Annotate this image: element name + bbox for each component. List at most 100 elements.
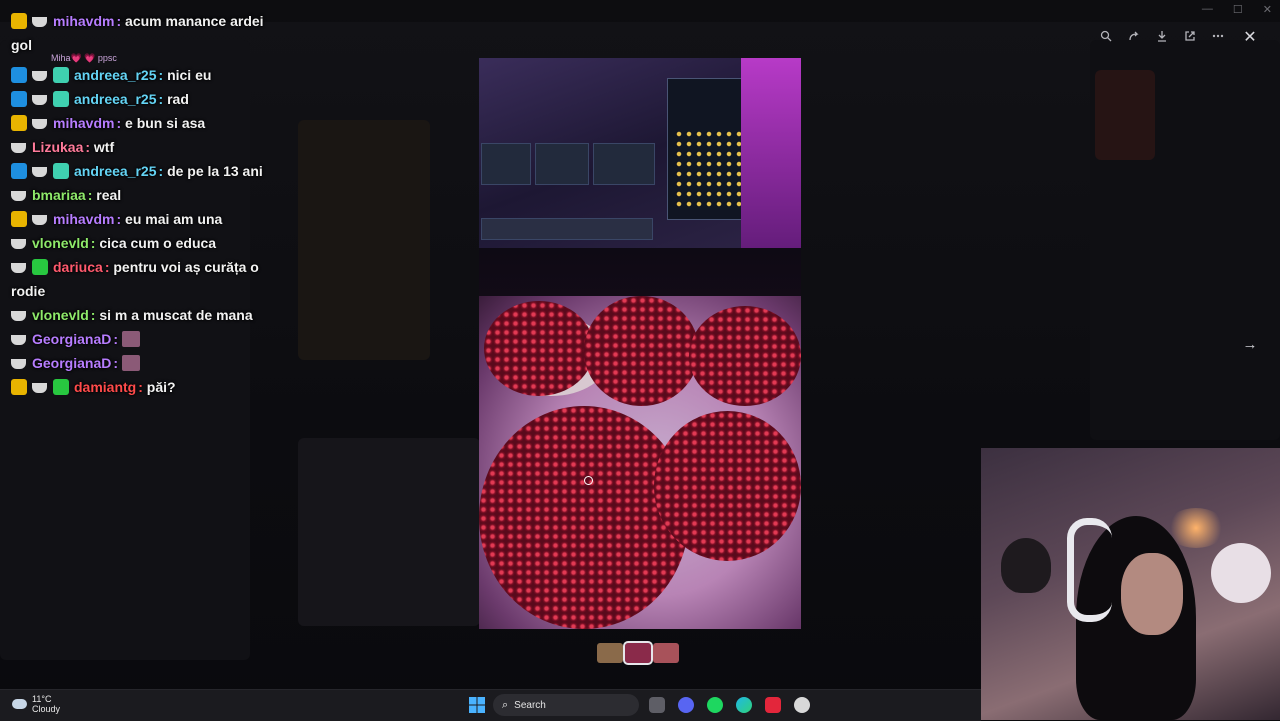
sub-badge-icon: [53, 91, 69, 107]
window-close-button[interactable]: ✕: [1263, 3, 1272, 16]
chat-username[interactable]: GeorgianaD: [32, 331, 111, 347]
chat-username[interactable]: Lizukaa: [32, 139, 83, 155]
photo-screen-tile: [481, 218, 653, 240]
cup-badge-icon: [32, 163, 48, 179]
moderator-badge-icon: [11, 67, 27, 83]
chat-text: păi?: [146, 379, 176, 395]
chat-username[interactable]: vlonevld: [32, 235, 89, 251]
chat-message: GeorgianaD:: [11, 327, 281, 351]
viewer-image[interactable]: [479, 58, 801, 629]
thumbnail-2[interactable]: [623, 641, 653, 665]
cup-badge-icon: [32, 13, 48, 29]
chat-colon: :: [113, 331, 122, 347]
background-image-tile: [1095, 70, 1155, 160]
download-icon[interactable]: [1154, 28, 1170, 44]
chrome-icon[interactable]: [794, 697, 810, 713]
photo-purple-glow: [741, 58, 801, 268]
app-red-icon[interactable]: [765, 697, 781, 713]
chat-colon: :: [158, 91, 168, 107]
open-external-icon[interactable]: [1182, 28, 1198, 44]
cup-badge-icon: [11, 331, 27, 347]
discord-icon[interactable]: [678, 697, 694, 713]
chat-text: si m a muscat de mana: [99, 307, 253, 323]
chat-text: e bun si asa: [125, 115, 206, 131]
chat-username[interactable]: andreea_r25: [74, 67, 157, 83]
moderator-badge-icon: [11, 91, 27, 107]
cup-badge-icon: [11, 259, 27, 275]
forward-icon[interactable]: [1126, 28, 1142, 44]
chat-emote-icon: [121, 355, 140, 371]
thumbnail-3[interactable]: [653, 643, 679, 663]
crown-badge-icon: [11, 115, 27, 131]
chat-colon: :: [158, 163, 168, 179]
chat-colon: :: [116, 13, 126, 29]
chat-colon: :: [116, 211, 126, 227]
chat-username[interactable]: vlonevld: [32, 307, 89, 323]
chat-colon: :: [116, 115, 126, 131]
next-image-button[interactable]: →: [1238, 332, 1262, 356]
taskbar-search[interactable]: ⌕ Search: [493, 694, 639, 716]
cup-badge-icon: [11, 355, 27, 371]
chat-username[interactable]: andreea_r25: [74, 91, 157, 107]
chat-text: acum manance ardei gol: [11, 13, 264, 53]
file-explorer-icon[interactable]: [649, 697, 665, 713]
weather-desc: Cloudy: [32, 704, 61, 714]
chat-colon: :: [158, 67, 168, 83]
stream-chat: mihavdm: acum manance ardei gol Miha💗 💗 p…: [11, 9, 281, 399]
sub-badge-icon: [53, 379, 69, 395]
chat-text: nici eu: [167, 67, 212, 83]
chat-text: eu mai am una: [125, 211, 223, 227]
chat-text: pentru voi aș curăța o rodie: [11, 259, 259, 299]
cup-badge-icon: [11, 307, 27, 323]
image-thumbnails: [597, 641, 679, 665]
photo-screen-tile: [593, 143, 655, 185]
photo-pomegranate: [484, 301, 594, 396]
chat-colon: :: [85, 139, 94, 155]
cup-badge-icon: [11, 187, 27, 203]
chat-emote-icon: [121, 331, 140, 347]
chat-colon: :: [87, 187, 97, 203]
zoom-icon[interactable]: [1098, 28, 1114, 44]
crown-badge-icon: [11, 379, 27, 395]
chat-message: mihavdm: eu mai am una: [11, 207, 281, 231]
edge-icon[interactable]: [736, 697, 752, 713]
background-image-tile: [298, 120, 430, 360]
chat-username[interactable]: dariuca: [53, 259, 103, 275]
chat-username[interactable]: andreea_r25: [74, 163, 157, 179]
chat-message: mihavdm: acum manance ardei gol: [11, 9, 281, 57]
photo-pomegranate: [479, 406, 689, 629]
chat-username[interactable]: bmariaa: [32, 187, 86, 203]
chat-username[interactable]: mihavdm: [53, 115, 114, 131]
moderator-badge-icon: [11, 163, 27, 179]
windows-start-icon[interactable]: [469, 697, 485, 713]
more-icon[interactable]: [1210, 28, 1226, 44]
close-viewer-button[interactable]: ✕: [1238, 25, 1262, 49]
search-icon: ⌕: [502, 698, 509, 711]
webcam-overlay: [981, 448, 1280, 720]
spotify-icon[interactable]: [707, 697, 723, 713]
cursor-indicator: [584, 476, 593, 485]
photo-pomegranate: [584, 296, 699, 406]
chat-message: damiantg: păi?: [11, 375, 281, 399]
cup-badge-icon: [32, 67, 48, 83]
chat-colon: :: [138, 379, 147, 395]
chat-text: cica cum o educa: [99, 235, 217, 251]
chat-text: real: [96, 187, 122, 203]
chat-message: andreea_r25: de pe la 13 ani: [11, 159, 281, 183]
sub-badge-icon: [32, 259, 48, 275]
chat-text: wtf: [93, 139, 115, 155]
chat-text: de pe la 13 ani: [167, 163, 263, 179]
chat-username[interactable]: damiantg: [74, 379, 136, 395]
thumbnail-1[interactable]: [597, 643, 623, 663]
chat-username[interactable]: GeorgianaD: [32, 355, 111, 371]
chat-username[interactable]: mihavdm: [53, 211, 114, 227]
chat-text: rad: [167, 91, 189, 107]
cup-badge-icon: [32, 115, 48, 131]
chat-message: GeorgianaD:: [11, 351, 281, 375]
chat-username[interactable]: mihavdm: [53, 13, 114, 29]
chat-message: mihavdm: e bun si asa: [11, 111, 281, 135]
minimize-button[interactable]: —: [1202, 3, 1213, 16]
maximize-button[interactable]: ☐: [1233, 3, 1243, 16]
chat-message: dariuca: pentru voi aș curăța o rodie: [11, 255, 281, 303]
weather-widget[interactable]: 11°C Cloudy: [12, 694, 60, 714]
